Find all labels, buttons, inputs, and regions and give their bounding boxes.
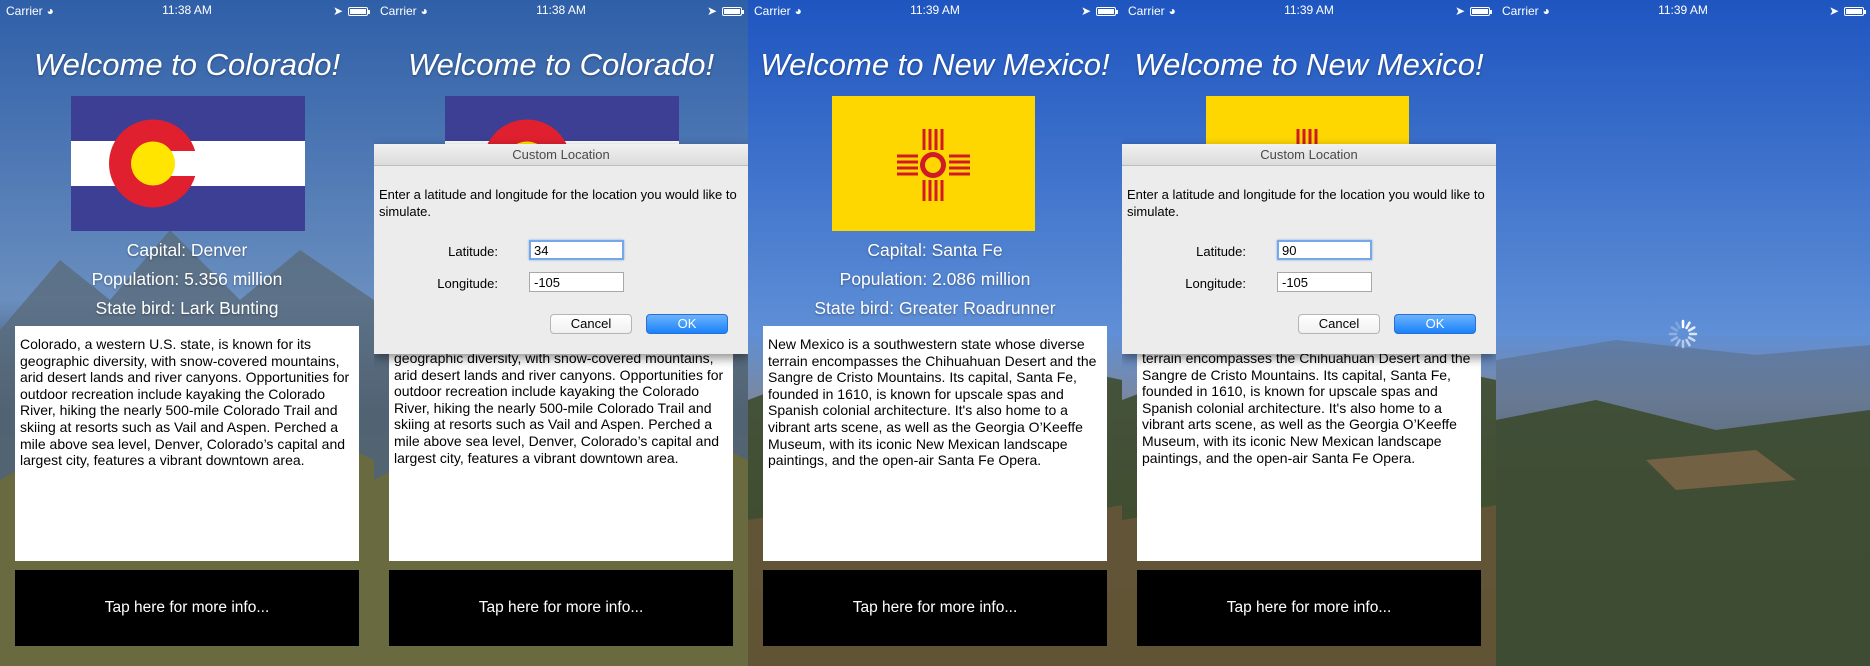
dialog-message: Enter a latitude and longitude for the l… — [1127, 187, 1485, 219]
more-info-button[interactable]: Tap here for more info... — [15, 570, 359, 646]
battery-icon — [348, 6, 370, 16]
latitude-field[interactable]: 90 — [1277, 240, 1372, 260]
screen-loading: Carrier ◕ 11:39 AM ➤ — [1496, 0, 1870, 666]
location-arrow-icon: ➤ — [1080, 4, 1091, 18]
capital-label: Capital: Santa Fe — [867, 240, 1003, 260]
screen-new-mexico-dialog: Carrier ◕ 11:39 AM ➤ Welcome to New Mexic… — [1122, 0, 1496, 666]
new-mexico-flag — [832, 96, 1035, 231]
more-info-button[interactable]: Tap here for more info... — [763, 570, 1107, 646]
page-title: Welcome to Colorado! — [33, 47, 341, 82]
battery-icon — [1096, 6, 1118, 16]
ok-button[interactable]: OK — [646, 314, 728, 334]
page-title: Welcome to New Mexico! — [1134, 47, 1484, 82]
status-bar: Carrier ◕ 11:39 AM ➤ — [1496, 0, 1870, 20]
cancel-button[interactable]: Cancel — [550, 314, 632, 334]
dialog-title: Custom Location — [1122, 144, 1496, 166]
page-title: Welcome to New Mexico! — [760, 47, 1110, 82]
population-label: Population: 5.356 million — [91, 269, 283, 289]
ok-button[interactable]: OK — [1394, 314, 1476, 334]
population-label: Population: 2.086 million — [839, 269, 1031, 289]
custom-location-dialog: Custom Location Enter a latitude and lon… — [374, 144, 748, 354]
state-bird-label: State bird: Lark Bunting — [95, 298, 279, 318]
description-text: terrain encompasses the Chihuahuan Deser… — [1137, 326, 1481, 561]
longitude-label: Longitude: — [1185, 276, 1246, 291]
status-bar: Carrier ◕ 11:38 AM ➤ — [0, 0, 374, 20]
battery-icon — [1470, 6, 1492, 16]
longitude-label: Longitude: — [437, 276, 498, 291]
dialog-message: Enter a latitude and longitude for the l… — [379, 187, 737, 219]
latitude-field[interactable]: 34 — [529, 240, 624, 260]
status-time: 11:39 AM — [1658, 3, 1708, 17]
capital-label: Capital: Denver — [126, 240, 248, 260]
loading-spinner-icon — [1668, 319, 1698, 349]
location-arrow-icon: ➤ — [706, 4, 717, 18]
latitude-label: Latitude: — [1196, 244, 1246, 259]
cancel-button[interactable]: Cancel — [1298, 314, 1380, 334]
description-text: geographic diversity, with snow-covered … — [389, 326, 733, 561]
page-title: Welcome to Colorado! — [407, 47, 715, 82]
battery-icon — [722, 6, 744, 16]
longitude-field[interactable]: -105 — [529, 272, 624, 292]
state-bird-label: State bird: Greater Roadrunner — [814, 298, 1056, 318]
status-bar: Carrier ◕ 11:39 AM ➤ — [748, 0, 1122, 20]
status-time: 11:39 AM — [910, 3, 960, 17]
screen-new-mexico: Carrier ◕ 11:39 AM ➤ Welcome to New Mexic… — [748, 0, 1122, 666]
location-arrow-icon: ➤ — [1454, 4, 1465, 18]
description-text: New Mexico is a southwestern state whose… — [763, 326, 1107, 561]
custom-location-dialog: Custom Location Enter a latitude and lon… — [1122, 144, 1496, 354]
status-bar: Carrier ◕ 11:38 AM ➤ — [374, 0, 748, 20]
screen-colorado: Carrier ◕ 11:38 AM ➤ Welcome to Colorado!… — [0, 0, 374, 666]
status-bar: Carrier ◕ 11:39 AM ➤ — [1122, 0, 1496, 20]
status-time: 11:38 AM — [536, 3, 586, 17]
battery-icon — [1844, 6, 1866, 16]
description-text: Colorado, a western U.S. state, is known… — [15, 326, 359, 561]
longitude-field[interactable]: -105 — [1277, 272, 1372, 292]
more-info-button[interactable]: Tap here for more info... — [1137, 570, 1481, 646]
more-info-button[interactable]: Tap here for more info... — [389, 570, 733, 646]
location-arrow-icon: ➤ — [332, 4, 343, 18]
dialog-title: Custom Location — [374, 144, 748, 166]
screen-colorado-dialog: Carrier ◕ 11:38 AM ➤ Welcome to Colorado!… — [374, 0, 748, 666]
latitude-label: Latitude: — [448, 244, 498, 259]
location-arrow-icon: ➤ — [1828, 4, 1839, 18]
status-time: 11:39 AM — [1284, 3, 1334, 17]
status-time: 11:38 AM — [162, 3, 212, 17]
colorado-flag — [71, 96, 305, 231]
